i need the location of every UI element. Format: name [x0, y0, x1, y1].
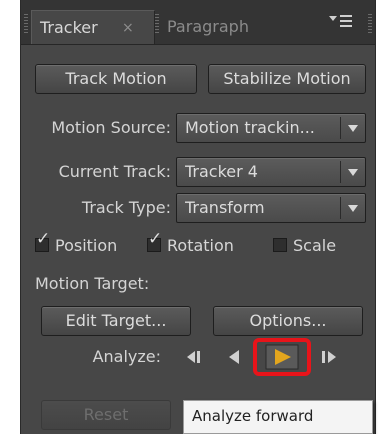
chevron-down-icon: [348, 205, 358, 212]
chevron-down-icon: [348, 125, 358, 132]
current-track-dropdown[interactable]: Tracker 4: [176, 157, 366, 187]
reset-button[interactable]: Reset: [41, 400, 171, 430]
edit-target-button[interactable]: Edit Target...: [41, 306, 191, 336]
checkbox-box[interactable]: [273, 238, 287, 252]
panel-edge-grip-icon: [368, 14, 372, 34]
checkmark-icon: ✓: [148, 229, 163, 249]
stabilize-motion-button[interactable]: Stabilize Motion: [208, 64, 366, 94]
analyze-backward-icon[interactable]: [219, 342, 249, 372]
panel-menu-icon[interactable]: [327, 12, 357, 36]
dropdown-separator: [340, 197, 341, 219]
chevron-down-icon: [348, 169, 358, 176]
motion-source-value: Motion trackin...: [185, 118, 315, 137]
checkmark-icon: ✓: [36, 229, 51, 249]
rotation-checkbox-label: Rotation: [167, 236, 234, 255]
analyze-one-frame-back-icon[interactable]: [179, 342, 209, 372]
panel-tab-bar: Tracker × Paragraph: [21, 0, 375, 45]
current-track-value: Tracker 4: [185, 162, 258, 181]
tab-tracker-label: Tracker: [40, 18, 98, 37]
position-checkbox-label: Position: [55, 236, 118, 255]
tracker-panel: Tracker × Paragraph Track Motion Stabili…: [20, 0, 376, 434]
analyze-forward-icon[interactable]: [253, 338, 311, 376]
dropdown-separator: [340, 161, 341, 183]
dropdown-separator: [340, 117, 341, 139]
motion-source-label: Motion Source:: [51, 118, 171, 137]
track-type-dropdown[interactable]: Transform: [176, 193, 366, 223]
track-type-value: Transform: [185, 198, 265, 217]
tab-tracker[interactable]: Tracker ×: [31, 10, 155, 44]
panel-grip-icon[interactable]: [24, 14, 28, 34]
tab-paragraph[interactable]: Paragraph: [159, 10, 269, 44]
motion-source-dropdown[interactable]: Motion trackin...: [176, 113, 366, 143]
analyze-one-frame-forward-icon[interactable]: [315, 342, 345, 372]
close-icon[interactable]: ×: [122, 11, 134, 45]
options-button[interactable]: Options...: [213, 306, 363, 336]
scale-checkbox-label: Scale: [293, 236, 337, 255]
track-type-label: Track Type:: [81, 198, 171, 217]
analyze-label: Analyze:: [92, 347, 161, 366]
motion-target-label: Motion Target:: [35, 274, 150, 293]
track-motion-button[interactable]: Track Motion: [35, 64, 197, 94]
analyze-forward-tooltip: Analyze forward: [183, 400, 373, 434]
tab-paragraph-label: Paragraph: [167, 17, 249, 36]
current-track-label: Current Track:: [58, 162, 171, 181]
